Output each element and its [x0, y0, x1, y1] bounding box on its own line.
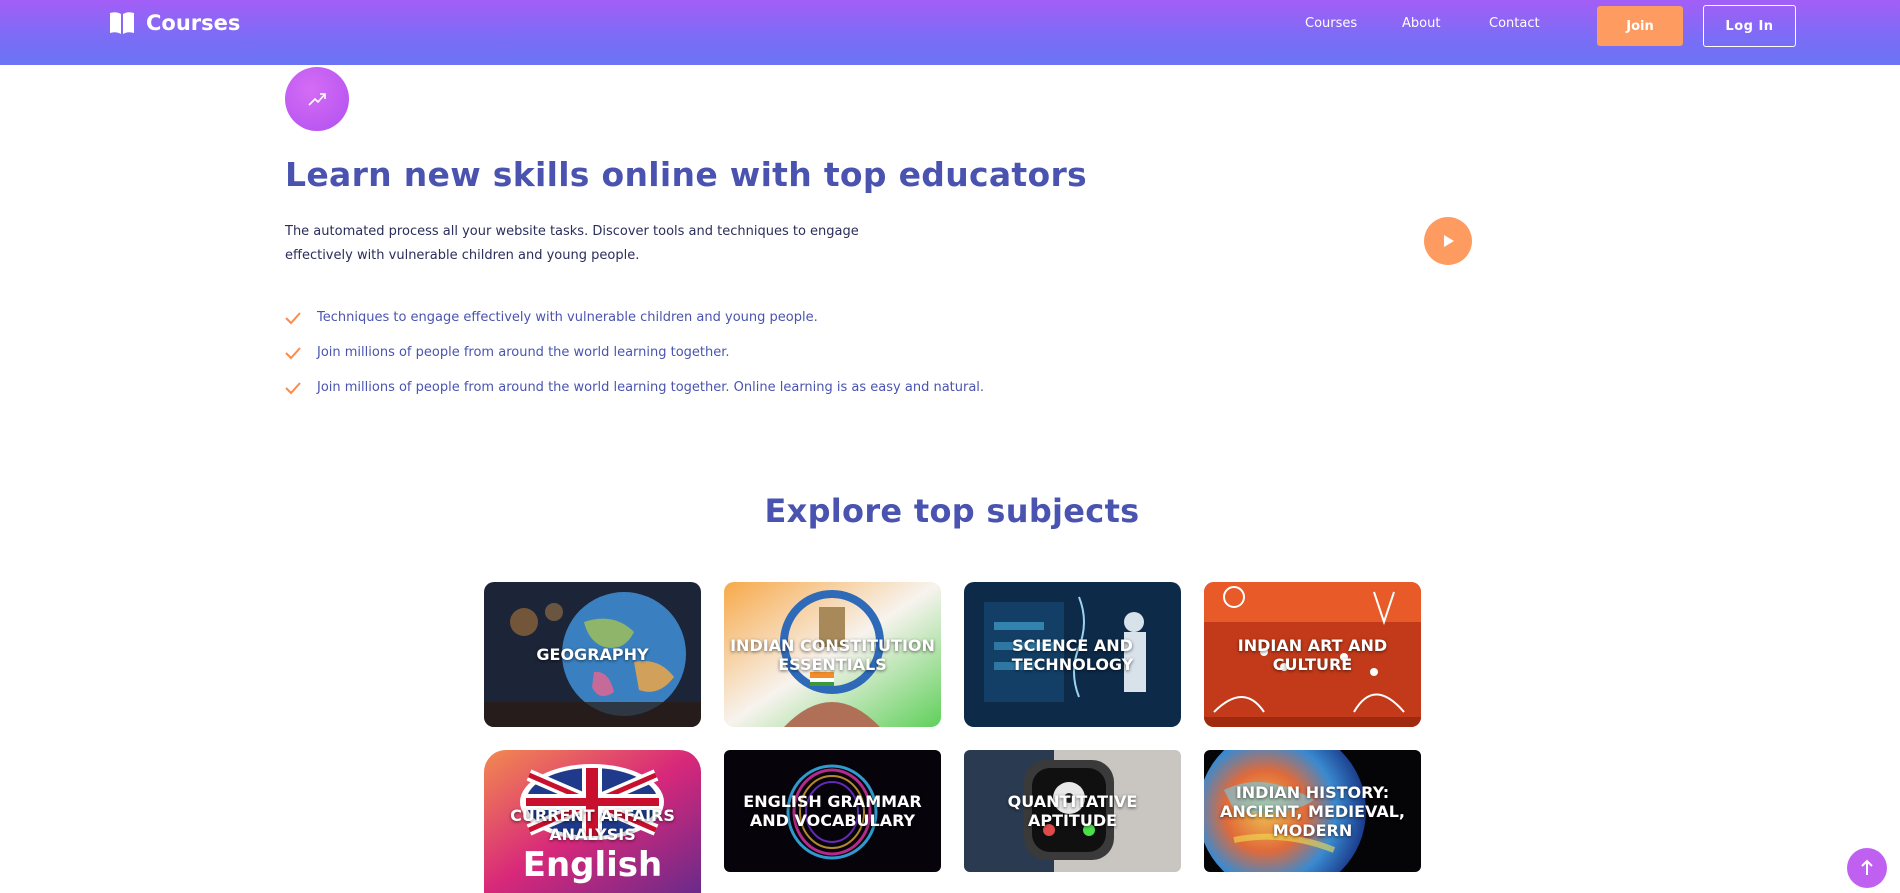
book-icon	[110, 12, 134, 34]
subject-card-constitution[interactable]: INDIAN CONSTITUTION ESSENTIALS	[724, 582, 941, 727]
subject-card-label: INDIAN CONSTITUTION ESSENTIALS	[730, 635, 935, 674]
brand-logo[interactable]: Courses	[108, 10, 240, 36]
nav-about[interactable]: About	[1402, 16, 1440, 31]
subject-card-label: INDIAN HISTORY: ANCIENT, MEDIEVAL, MODER…	[1219, 782, 1406, 840]
subject-card-label: GEOGRAPHY	[536, 645, 649, 664]
subject-card-label: CURRENT AFFAIRS ANALYSIS	[510, 806, 675, 844]
brand-name: Courses	[146, 11, 241, 35]
subject-card-english-grammar[interactable]: ENGLISH GRAMMAR AND VOCABULARY	[724, 750, 941, 872]
check-icon	[285, 381, 301, 394]
subject-card-quantitative[interactable]: QUANTITATIVE APTITUDE	[964, 750, 1181, 872]
feature-item: Join millions of people from around the …	[285, 380, 984, 395]
play-icon	[1444, 235, 1454, 247]
feature-text: Join millions of people from around the …	[317, 345, 730, 360]
subject-card-current-affairs[interactable]: CURRENT AFFAIRS ANALYSIS English	[484, 750, 701, 893]
feature-text: Join millions of people from around the …	[317, 380, 985, 395]
login-button[interactable]: Log In	[1703, 5, 1796, 47]
top-navbar: Courses Courses About Contact Join Log I…	[0, 0, 1900, 65]
subject-card-label: SCIENCE AND TECHNOLOGY	[1011, 635, 1134, 674]
subject-card-label: ENGLISH GRAMMAR AND VOCABULARY	[743, 792, 922, 830]
subject-card-science[interactable]: SCIENCE AND TECHNOLOGY	[964, 582, 1181, 727]
hero-description: The automated process all your website t…	[285, 224, 859, 263]
subject-card-art-culture[interactable]: INDIAN ART AND CULTURE	[1204, 582, 1421, 727]
nav-courses[interactable]: Courses	[1305, 16, 1357, 31]
subject-card-history[interactable]: INDIAN HISTORY: ANCIENT, MEDIEVAL, MODER…	[1204, 750, 1421, 872]
feature-text: Techniques to engage effectively with vu…	[317, 310, 818, 325]
trend-up-icon	[308, 93, 326, 106]
check-icon	[285, 311, 301, 324]
english-art-text: English	[522, 845, 663, 885]
join-button[interactable]: Join	[1597, 6, 1683, 46]
subjects-section-title: Explore top subjects	[764, 492, 1140, 530]
feature-item: Techniques to engage effectively with vu…	[285, 310, 818, 325]
play-video-button[interactable]	[1424, 217, 1472, 265]
subject-card-label: QUANTITATIVE APTITUDE	[1007, 792, 1138, 830]
hero-title: Learn new skills online with top educato…	[285, 155, 1087, 194]
arrow-up-icon	[1861, 859, 1873, 875]
feature-item: Join millions of people from around the …	[285, 345, 730, 360]
check-icon	[285, 346, 301, 359]
subject-card-label: INDIAN ART AND CULTURE	[1237, 635, 1388, 674]
scroll-to-top-button[interactable]	[1847, 848, 1887, 888]
trend-badge	[285, 67, 349, 131]
subject-card-geography[interactable]: GEOGRAPHY	[484, 582, 701, 727]
nav-contact[interactable]: Contact	[1489, 16, 1540, 31]
